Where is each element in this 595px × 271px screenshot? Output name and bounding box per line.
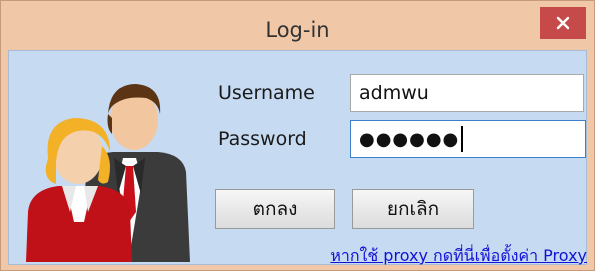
username-value: admwu — [359, 82, 429, 104]
proxy-settings-link[interactable]: หากใช้ proxy กดที่นี่เพื่อตั้งค่า Proxy — [330, 244, 587, 269]
users-avatar-icon — [26, 84, 190, 262]
password-field[interactable]: ●●●●●● — [350, 120, 586, 158]
password-label: Password — [218, 128, 307, 150]
close-icon — [556, 16, 570, 30]
window-title: Log-in — [265, 18, 330, 42]
username-label: Username — [218, 82, 315, 104]
title-bar[interactable]: Log-in — [1, 1, 594, 51]
password-masked-value: ●●●●●● — [359, 128, 460, 150]
ok-button[interactable]: ตกลง — [215, 189, 335, 229]
username-field[interactable]: admwu — [350, 74, 584, 112]
cancel-button[interactable]: ยกเลิก — [352, 189, 474, 229]
text-caret — [461, 126, 464, 152]
close-button[interactable] — [540, 7, 586, 39]
